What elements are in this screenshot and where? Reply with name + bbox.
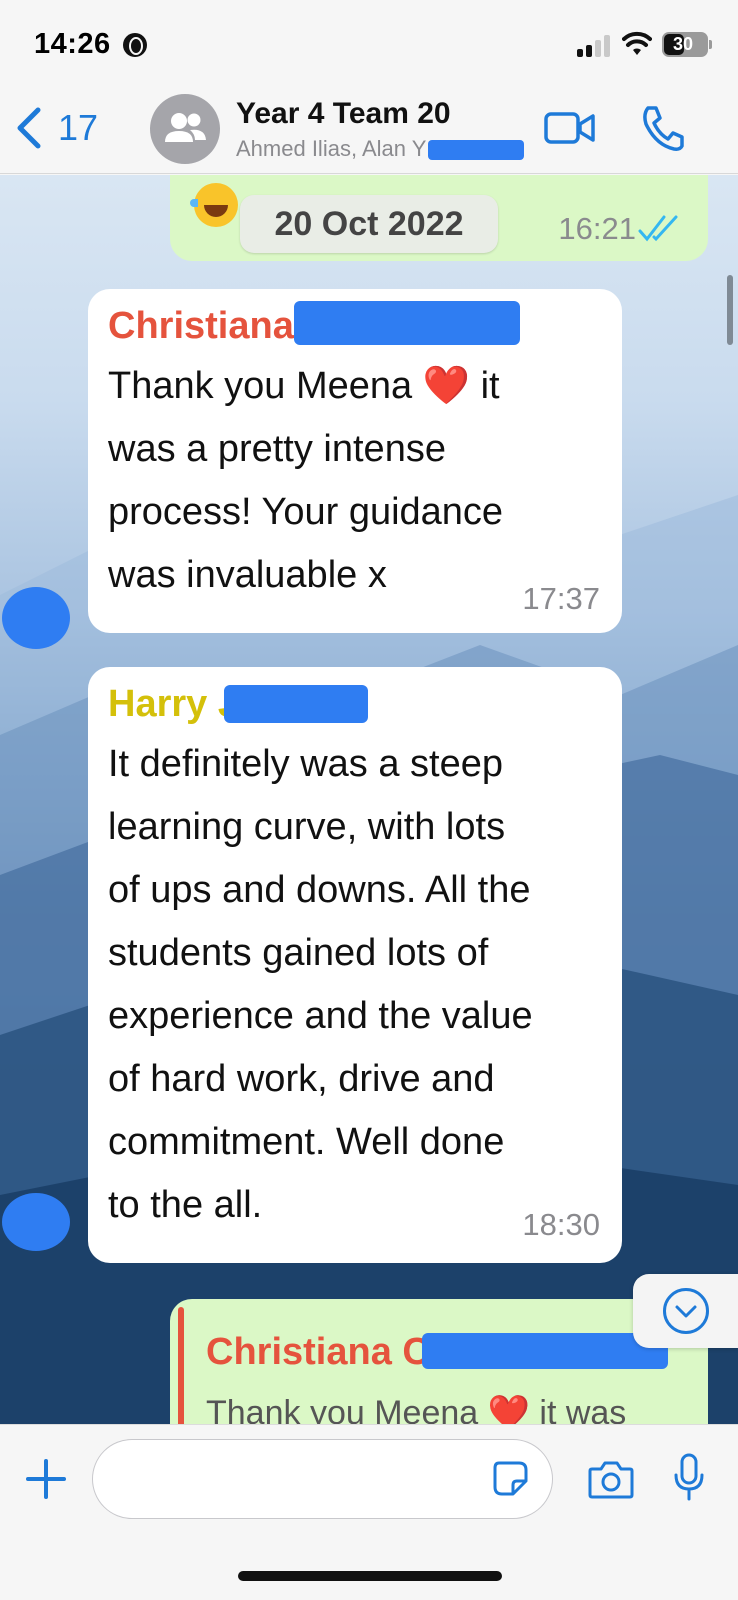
- message-sender: Harry J: [108, 683, 239, 725]
- scrollbar[interactable]: [727, 275, 733, 345]
- incoming-message[interactable]: Harry J It definitely was a steep learni…: [88, 667, 622, 1263]
- read-receipt-icon: [638, 215, 678, 242]
- message-line: commitment. Well done: [108, 1121, 505, 1163]
- unread-count: 17: [58, 107, 99, 148]
- sender-avatar-redacted[interactable]: [2, 587, 70, 649]
- message-time: 17:37: [522, 581, 600, 616]
- message-text: Thank you Meena ❤️ it was a pretty inten…: [108, 355, 503, 607]
- quoted-sender: Christiana C: [206, 1331, 430, 1373]
- redaction-mark: [422, 1333, 668, 1369]
- group-avatar[interactable]: [150, 94, 220, 164]
- redaction-mark: [294, 301, 520, 345]
- sticker-button[interactable]: [493, 1461, 529, 1497]
- cellular-signal-icon: [577, 33, 613, 57]
- message-line: students gained lots of: [108, 932, 489, 974]
- chat-members-text: Ahmed Ilias, Alan Y: [236, 136, 426, 161]
- redaction-mark: [224, 685, 368, 723]
- chat-title[interactable]: Year 4 Team 20: [236, 97, 451, 131]
- message-line: learning curve, with lots: [108, 806, 506, 848]
- message-input[interactable]: [92, 1439, 553, 1519]
- globe-icon: [123, 33, 147, 57]
- message-text: It definitely was a steep learning curve…: [108, 733, 533, 1237]
- message-line: Thank you Meena ❤️ it: [108, 365, 500, 407]
- wifi-icon: [622, 31, 652, 55]
- quote-indicator: [178, 1307, 184, 1424]
- chevron-left-icon: [17, 107, 41, 149]
- chat-header: 17 Year 4 Team 20 Ahmed Ilias, Alan Y: [0, 90, 738, 174]
- video-call-button[interactable]: [544, 108, 596, 148]
- attach-button[interactable]: [26, 1459, 66, 1499]
- message-line: process! Your guidance: [108, 491, 504, 533]
- message-time: 18:30: [522, 1207, 600, 1242]
- quoted-text: Thank you Meena ❤️ it was: [206, 1394, 627, 1424]
- outgoing-reply-message[interactable]: Christiana C Thank you Meena ❤️ it was: [170, 1299, 708, 1424]
- home-indicator[interactable]: [238, 1571, 502, 1581]
- message-line: of hard work, drive and: [108, 1058, 495, 1100]
- incoming-message[interactable]: Christiana C Thank you Meena ❤️ it was a…: [88, 289, 622, 633]
- laughing-emoji: [190, 183, 258, 227]
- message-time: 16:21: [558, 211, 636, 246]
- microphone-button[interactable]: [672, 1453, 706, 1503]
- message-line: of ups and downs. All the: [108, 869, 531, 911]
- group-icon: [165, 113, 206, 142]
- status-time: 14:26: [34, 28, 111, 60]
- sender-avatar-redacted[interactable]: [2, 1193, 70, 1251]
- message-line: experience and the value: [108, 995, 533, 1037]
- scroll-to-bottom-button[interactable]: [633, 1274, 738, 1348]
- chevron-down-icon: [663, 1288, 709, 1334]
- message-composer: [0, 1424, 738, 1600]
- message-line: was a pretty intense: [108, 428, 446, 470]
- battery-icon: 30: [662, 32, 712, 57]
- redaction-mark: [428, 140, 525, 161]
- message-line: was invaluable x: [108, 554, 387, 596]
- chat-members[interactable]: Ahmed Ilias, Alan Y: [236, 136, 525, 162]
- date-separator: 20 Oct 2022: [240, 195, 498, 253]
- camera-button[interactable]: [588, 1459, 634, 1499]
- status-bar: 14:26 30: [0, 0, 738, 90]
- back-button[interactable]: 17: [14, 102, 98, 154]
- message-line: to the all.: [108, 1184, 263, 1226]
- chat-messages[interactable]: 20 Oct 2022 16:21 Christiana C Thank you…: [0, 175, 738, 1424]
- battery-percent: 30: [672, 34, 694, 54]
- voice-call-button[interactable]: [640, 104, 684, 152]
- outgoing-message[interactable]: 20 Oct 2022 16:21: [170, 175, 708, 261]
- message-line: It definitely was a steep: [108, 743, 503, 785]
